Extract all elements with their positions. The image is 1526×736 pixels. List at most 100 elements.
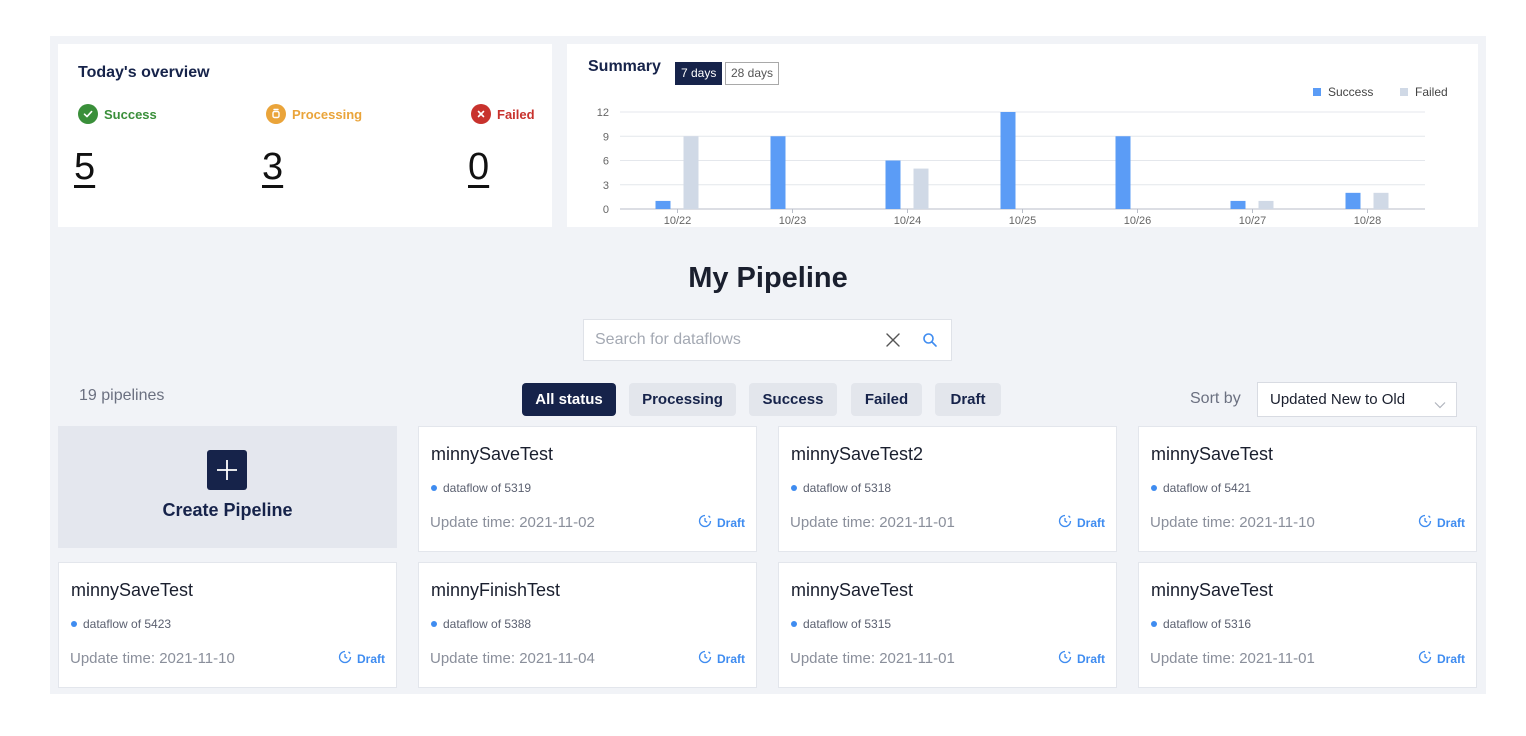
draft-badge: Draft	[698, 650, 745, 667]
chevron-down-icon	[1434, 396, 1446, 414]
x-circle-icon	[471, 104, 491, 124]
pipeline-count: 19 pipelines	[79, 387, 165, 404]
success-bar	[770, 136, 786, 209]
search-input[interactable]	[595, 329, 865, 351]
pipeline-name: minnySaveTest	[1151, 444, 1274, 464]
x-tick-label: 10/23	[779, 215, 807, 227]
legend-label-success: Success	[1328, 85, 1373, 99]
draft-label: Draft	[1076, 515, 1105, 530]
draft-label: Draft	[356, 651, 385, 666]
pipeline-update-time: Update time: 2021-11-01	[790, 650, 955, 667]
draft-badge: Draft	[338, 650, 385, 667]
pipeline-name: minnySaveTest	[1151, 580, 1274, 600]
pipeline-flow-label: dataflow of 5388	[443, 617, 532, 631]
pipeline-flow-label: dataflow of 5318	[803, 481, 892, 495]
success-count[interactable]: 5	[74, 146, 95, 189]
stat-failed-label: Failed	[497, 106, 535, 122]
y-tick-label: 9	[603, 131, 609, 143]
x-tick-label: 10/27	[1239, 215, 1267, 227]
pipeline-update-time: Update time: 2021-11-02	[430, 514, 595, 531]
pipeline-flow-label: dataflow of 5319	[443, 481, 532, 495]
pipeline-flow: dataflow of 5316	[1151, 617, 1251, 631]
search-box	[583, 319, 952, 361]
pipeline-name: minnySaveTest	[431, 444, 554, 464]
clock-icon	[338, 650, 352, 667]
success-bar	[1000, 112, 1016, 209]
x-tick-label: 10/25	[1009, 215, 1037, 227]
x-tick-label: 10/24	[894, 215, 922, 227]
clock-icon	[1418, 514, 1432, 531]
pipeline-name: minnySaveTest	[71, 580, 194, 600]
clock-icon	[1418, 650, 1432, 667]
create-pipeline-label: Create Pipeline	[162, 500, 293, 520]
filter-success[interactable]: Success	[749, 383, 837, 416]
pipeline-flow: dataflow of 5318	[791, 481, 891, 495]
pipeline-flow-label: dataflow of 5315	[803, 617, 892, 631]
success-bar	[1230, 200, 1246, 209]
x-tick-label: 10/28	[1354, 215, 1382, 227]
pipeline-card[interactable]: minnySaveTest dataflow of 5421 Update ti…	[1138, 426, 1477, 552]
clock-icon	[1058, 514, 1072, 531]
summary-chart: 0 3 6 9 12 10/22 10/23 10/24 10/25 10/26 10/27 10/2…	[597, 85, 1448, 227]
create-pipeline-card[interactable]: Create Pipeline	[58, 426, 397, 548]
pipeline-flow-label: dataflow of 5421	[1163, 481, 1252, 495]
clear-icon[interactable]	[884, 331, 902, 354]
failed-bar	[913, 168, 929, 209]
pipeline-card[interactable]: minnySaveTest dataflow of 5319 Update ti…	[418, 426, 757, 552]
success-bar	[885, 160, 901, 209]
check-circle-icon	[78, 104, 98, 124]
pipeline-update-time: Update time: 2021-11-10	[70, 650, 235, 667]
pipeline-card[interactable]: minnySaveTest dataflow of 5316 Update ti…	[1138, 562, 1477, 688]
status-dot	[791, 621, 797, 627]
legend-swatch-success	[1313, 88, 1321, 96]
draft-label: Draft	[716, 515, 745, 530]
filter-all-status[interactable]: All status	[522, 383, 616, 416]
sort-select[interactable]: Updated New to Old	[1257, 382, 1457, 417]
draft-label: Draft	[1436, 651, 1465, 666]
failed-bar	[683, 136, 699, 209]
pipeline-update-time: Update time: 2021-11-04	[430, 650, 595, 667]
pipeline-name: minnySaveTest	[791, 580, 914, 600]
stat-processing: Processing	[266, 104, 362, 124]
filter-draft[interactable]: Draft	[935, 383, 1001, 416]
draft-label: Draft	[716, 651, 745, 666]
pipeline-card[interactable]: minnySaveTest dataflow of 5423 Update ti…	[58, 562, 397, 688]
pipeline-card[interactable]: minnySaveTest2 dataflow of 5318 Update t…	[778, 426, 1117, 552]
pipeline-update-time: Update time: 2021-11-01	[1150, 650, 1315, 667]
legend-label-failed: Failed	[1415, 85, 1448, 99]
overview-title: Today's overview	[78, 64, 210, 81]
pipeline-flow: dataflow of 5319	[431, 481, 531, 495]
failed-count[interactable]: 0	[468, 146, 489, 189]
pipeline-flow: dataflow of 5388	[431, 617, 531, 631]
failed-bar	[1258, 200, 1274, 209]
success-bar	[655, 200, 671, 209]
status-dot	[431, 485, 437, 491]
processing-count[interactable]: 3	[262, 146, 283, 189]
y-tick-label: 6	[603, 156, 609, 168]
y-tick-label: 12	[597, 107, 609, 119]
summary-card: Summary 7 days 28 days 0 3 6 9 12 10/22 10/23 1…	[567, 44, 1478, 227]
filter-processing[interactable]: Processing	[629, 383, 736, 416]
filter-failed[interactable]: Failed	[851, 383, 922, 416]
x-tick-label: 10/22	[664, 215, 692, 227]
page-title: My Pipeline	[688, 262, 848, 294]
draft-badge: Draft	[1418, 514, 1465, 531]
search-icon[interactable]	[922, 332, 938, 353]
stat-success-label: Success	[104, 106, 157, 122]
status-dot	[1151, 485, 1157, 491]
clock-icon	[1058, 650, 1072, 667]
overview-card: Today's overview Success Processing Fail…	[58, 44, 552, 227]
pipeline-update-time: Update time: 2021-11-01	[790, 514, 955, 531]
pipeline-flow: dataflow of 5421	[1151, 481, 1251, 495]
draft-label: Draft	[1436, 515, 1465, 530]
pipeline-card[interactable]: minnyFinishTest dataflow of 5388 Update …	[418, 562, 757, 688]
draft-badge: Draft	[1058, 514, 1105, 531]
draft-label: Draft	[1076, 651, 1105, 666]
pipeline-card[interactable]: minnySaveTest dataflow of 5315 Update ti…	[778, 562, 1117, 688]
pipeline-name: minnyFinishTest	[431, 580, 561, 600]
stat-success: Success	[78, 104, 157, 124]
success-bar	[1345, 192, 1361, 209]
pipeline-flow-label: dataflow of 5316	[1163, 617, 1252, 631]
dashboard: Today's overview Success Processing Fail…	[50, 36, 1486, 694]
status-dot	[431, 621, 437, 627]
